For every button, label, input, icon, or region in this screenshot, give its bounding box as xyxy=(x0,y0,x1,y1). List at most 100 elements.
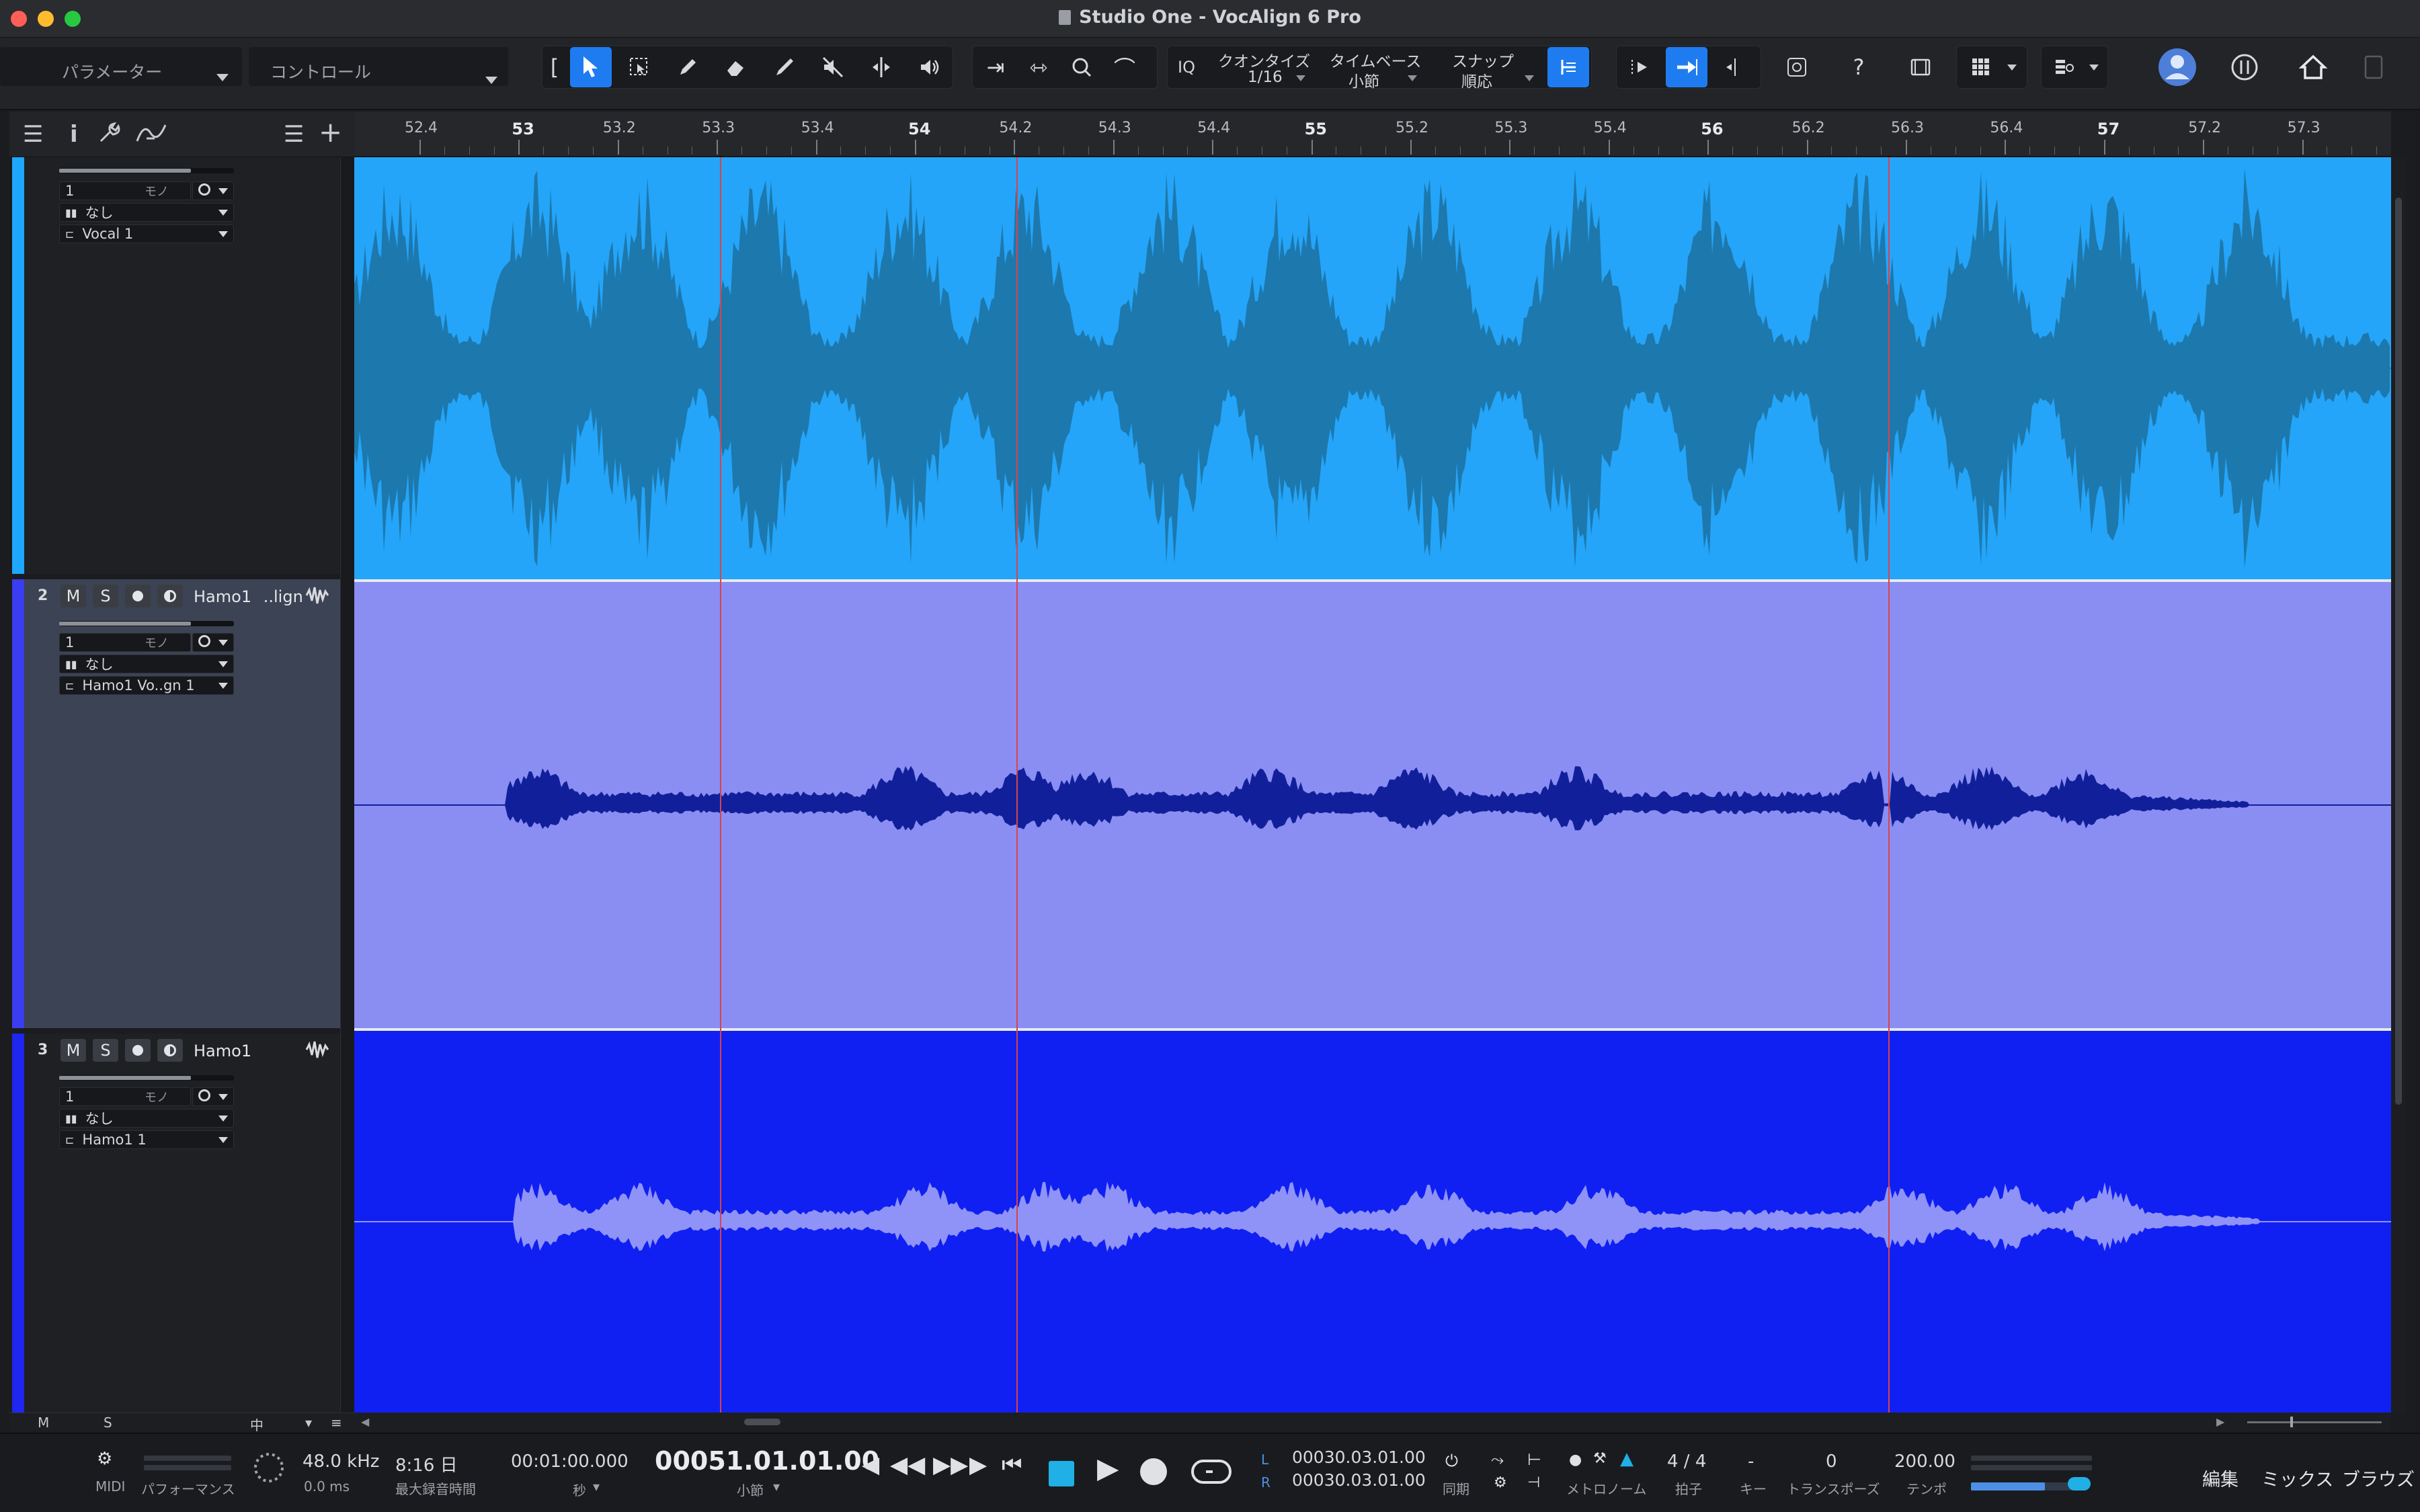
midi-label[interactable]: MIDI xyxy=(95,1478,125,1495)
snap-value[interactable]: 順応 xyxy=(1461,69,1492,91)
waveform-icon[interactable] xyxy=(305,1039,331,1064)
return-to-zero-icon[interactable]: ⏮ xyxy=(1002,1452,1022,1478)
track-2-insert[interactable]: ▮▮ なし xyxy=(59,655,234,673)
track-2-name[interactable]: Hamo1 ..lign xyxy=(194,587,303,606)
pencil-icon[interactable] xyxy=(667,47,709,87)
track-3-mute-button[interactable]: M xyxy=(61,1039,86,1062)
scroll-right-icon[interactable]: ▶ xyxy=(2216,1415,2224,1428)
track-2-lane[interactable] xyxy=(354,582,2391,1028)
performance-label[interactable]: パフォーマンス xyxy=(141,1478,235,1498)
sync-cloud-icon[interactable] xyxy=(2224,47,2265,87)
zoom-slider[interactable] xyxy=(2247,1421,2382,1423)
track-2-monitor[interactable] xyxy=(192,633,234,652)
play-button[interactable]: ▶ xyxy=(1097,1452,1119,1484)
marker-line[interactable] xyxy=(720,157,721,1413)
loop-icon[interactable] xyxy=(1190,1456,1233,1494)
bend-tool-icon[interactable]: ⌒ xyxy=(1104,47,1145,87)
track-1-volume-slider[interactable] xyxy=(59,168,234,173)
track-2-output[interactable]: ⊏ Hamo1 Vo..gn 1 xyxy=(59,676,234,695)
loop-left-position[interactable]: 00030.03.01.00 xyxy=(1292,1447,1426,1467)
transient-icon[interactable]: ⇥ xyxy=(975,47,1016,87)
track-2-solo-button[interactable]: S xyxy=(93,585,118,607)
track-1-lane[interactable] xyxy=(354,157,2391,579)
precount-icon[interactable]: ⤳ xyxy=(1491,1450,1504,1469)
horizontal-scroll-thumb[interactable] xyxy=(744,1419,780,1425)
wrench-icon[interactable]: ⚒ xyxy=(1593,1450,1607,1467)
timecode-icon[interactable] xyxy=(1776,47,1818,87)
marker-line[interactable] xyxy=(1888,157,1890,1413)
help-button[interactable]: ? xyxy=(1838,47,1880,87)
parameter-selector[interactable]: パラメーター xyxy=(0,47,242,86)
transpose[interactable]: 0 xyxy=(1826,1452,1837,1472)
fast-forward-icon[interactable]: ▶▶ xyxy=(933,1452,968,1478)
info-icon[interactable]: i xyxy=(70,121,78,148)
track-3-channel[interactable]: 1 モノ xyxy=(59,1087,191,1106)
track-3-output[interactable]: ⊏ Hamo1 1 xyxy=(59,1130,234,1149)
document-icon[interactable] xyxy=(2353,47,2394,87)
track-1-header[interactable]: 1 モノ ▮▮ なし ⊏ Vocal 1 xyxy=(24,157,340,574)
position-display[interactable]: 00051.01.01.00 xyxy=(655,1446,879,1476)
key[interactable]: - xyxy=(1748,1452,1754,1472)
track-2-record-button[interactable] xyxy=(125,585,151,607)
mute-tool-icon[interactable] xyxy=(812,47,854,87)
tab-edit[interactable]: 編集 xyxy=(2202,1465,2238,1491)
stretch-icon[interactable]: ⇿ xyxy=(1018,47,1059,87)
horizontal-scrollbar[interactable]: ◀ ▶ xyxy=(354,1413,2391,1431)
toggle-icon[interactable] xyxy=(2068,1477,2091,1490)
record-button[interactable] xyxy=(1140,1458,1167,1485)
vertical-scroll-thumb[interactable] xyxy=(2395,198,2402,1105)
volume-slider[interactable] xyxy=(1971,1482,2079,1490)
list-icon[interactable]: ☰ xyxy=(23,121,43,148)
track-3-volume-slider[interactable] xyxy=(59,1075,234,1081)
timeline-ruler[interactable]: 52.4 53 53.2 53.3 53.4 54 54.2 54.3 54.4 55 55.2 55… xyxy=(354,112,2391,157)
grid-view-icon[interactable] xyxy=(1960,47,2002,87)
track-1-monitor[interactable] xyxy=(192,181,234,200)
video-icon[interactable] xyxy=(1900,47,1941,87)
track-3-name[interactable]: Hamo1 xyxy=(194,1042,251,1060)
loop-right-position[interactable]: 00030.03.01.00 xyxy=(1292,1470,1426,1490)
select-arrow-icon[interactable] xyxy=(570,47,612,87)
add-track-icon[interactable]: + xyxy=(319,116,342,149)
punch-icon[interactable]: ⊣ xyxy=(1527,1474,1540,1491)
stop-button[interactable] xyxy=(1049,1461,1074,1486)
list-icon[interactable]: ≡ xyxy=(331,1415,342,1431)
track-3-header[interactable]: 3 M S Hamo1 1 モノ ▮▮ なし ⊏ Hamo1 1 xyxy=(24,1034,340,1413)
track-options-icon[interactable]: ☰ xyxy=(284,121,304,148)
zoom-tool-icon[interactable] xyxy=(1061,47,1102,87)
header-splitter[interactable] xyxy=(340,157,354,1413)
tempo[interactable]: 200.00 xyxy=(1894,1452,1955,1472)
settings-icon[interactable]: ⚙ xyxy=(1494,1474,1507,1491)
dot-icon[interactable]: ● xyxy=(1569,1452,1582,1468)
time-seconds[interactable]: 00:01:00.000 xyxy=(511,1452,629,1472)
snap-to-grid-button[interactable] xyxy=(1547,47,1589,87)
marker-line[interactable] xyxy=(1016,157,1018,1413)
preroll-icon[interactable]: ⊢ xyxy=(1527,1450,1541,1469)
track-3-monitor[interactable] xyxy=(192,1087,234,1106)
global-solo-button[interactable]: S xyxy=(104,1415,112,1431)
time-seconds-unit[interactable]: 秒 xyxy=(573,1480,586,1499)
track-2-channel[interactable]: 1 モノ xyxy=(59,633,191,652)
eraser-icon[interactable] xyxy=(715,47,757,87)
track-2-mute-button[interactable]: M xyxy=(61,585,86,607)
cursor-follow-icon[interactable] xyxy=(1714,47,1756,87)
track-2-volume-slider[interactable] xyxy=(59,621,234,626)
tab-mix[interactable]: ミックス xyxy=(2261,1465,2333,1491)
position-unit[interactable]: 小節 xyxy=(737,1480,764,1499)
home-icon[interactable] xyxy=(2292,47,2334,87)
track-1-output[interactable]: ⊏ Vocal 1 xyxy=(59,224,234,243)
step-forward-icon[interactable]: ▶ xyxy=(969,1452,987,1478)
track-1-channel[interactable]: 1 モノ xyxy=(59,181,191,200)
track-3-lane[interactable] xyxy=(354,1031,2391,1413)
automation-icon[interactable] xyxy=(134,121,168,151)
wrench-icon[interactable] xyxy=(98,121,122,151)
step-back-icon[interactable]: ◀ xyxy=(862,1452,879,1478)
split-icon[interactable] xyxy=(860,47,902,87)
follow-left-icon[interactable] xyxy=(1619,47,1660,87)
zoom-slider-handle[interactable] xyxy=(2290,1417,2293,1427)
track-2-header[interactable]: 2 M S Hamo1 ..lign 1 モノ ▮▮ なし ⊏ Hamo1 Vo..g… xyxy=(24,579,340,1028)
time-signature[interactable]: 4 / 4 xyxy=(1667,1452,1706,1472)
paint-icon[interactable] xyxy=(764,47,805,87)
user-icon[interactable] xyxy=(2156,47,2198,87)
control-selector[interactable]: コントロール xyxy=(249,47,508,86)
quantize-value[interactable]: 1/16 xyxy=(1248,69,1283,86)
